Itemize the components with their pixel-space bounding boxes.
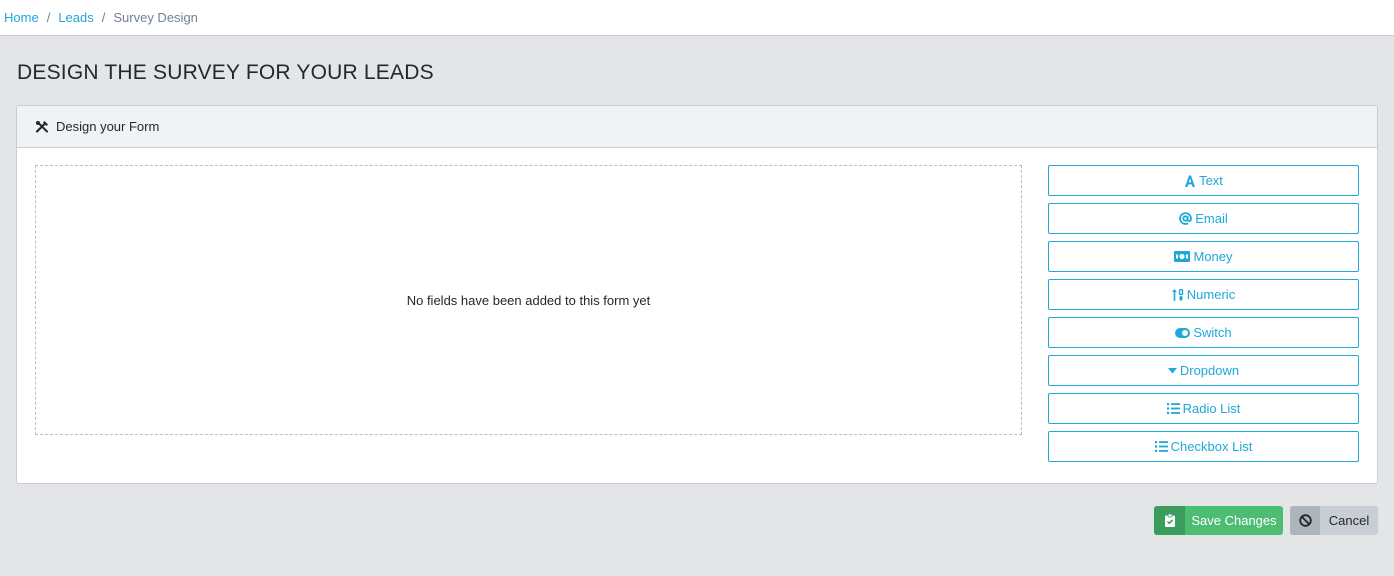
list-icon — [1154, 441, 1168, 452]
clipboard-check-icon — [1154, 506, 1185, 535]
at-icon — [1179, 212, 1193, 225]
sort-numeric-icon — [1171, 288, 1184, 301]
card-header: Design your Form — [17, 106, 1377, 148]
breadcrumb-separator: / — [101, 10, 106, 25]
form-actions: Save Changes Cancel — [1154, 506, 1378, 535]
page-title: DESIGN THE SURVEY FOR YOUR LEADS — [17, 61, 434, 84]
add-money-field-button[interactable]: Money — [1048, 241, 1359, 272]
field-button-label: Checkbox List — [1170, 439, 1253, 454]
card-header-title: Design your Form — [56, 119, 160, 134]
breadcrumb-current: Survey Design — [113, 10, 198, 25]
add-radio-list-field-button[interactable]: Radio List — [1048, 393, 1359, 424]
breadcrumb-separator: / — [46, 10, 51, 25]
save-changes-button[interactable]: Save Changes — [1154, 506, 1283, 535]
field-type-palette: Text Email Money Numeric Switch Dropdown… — [1048, 165, 1359, 469]
field-button-label: Switch — [1193, 325, 1232, 340]
field-button-label: Radio List — [1182, 401, 1241, 416]
empty-form-message: No fields have been added to this form y… — [406, 292, 651, 308]
money-bill-icon — [1174, 251, 1191, 262]
field-button-label: Money — [1193, 249, 1233, 264]
ban-icon — [1290, 506, 1320, 535]
field-button-label: Text — [1199, 173, 1223, 188]
cancel-button[interactable]: Cancel — [1290, 506, 1378, 535]
form-drop-zone[interactable]: No fields have been added to this form y… — [35, 165, 1022, 435]
tools-icon — [35, 120, 49, 134]
caret-down-icon — [1167, 367, 1177, 374]
field-button-label: Dropdown — [1179, 363, 1240, 378]
breadcrumb-leads-link[interactable]: Leads — [58, 10, 93, 25]
breadcrumb: Home / Leads / Survey Design — [0, 0, 1394, 36]
font-icon — [1184, 175, 1196, 187]
add-numeric-field-button[interactable]: Numeric — [1048, 279, 1359, 310]
toggle-icon — [1175, 327, 1191, 338]
list-icon — [1166, 403, 1180, 414]
add-text-field-button[interactable]: Text — [1048, 165, 1359, 196]
add-dropdown-field-button[interactable]: Dropdown — [1048, 355, 1359, 386]
save-changes-label: Save Changes — [1191, 513, 1277, 528]
add-switch-field-button[interactable]: Switch — [1048, 317, 1359, 348]
field-button-label: Email — [1195, 211, 1228, 226]
add-checkbox-list-field-button[interactable]: Checkbox List — [1048, 431, 1359, 462]
form-design-card: Design your Form No fields have been add… — [16, 105, 1378, 484]
field-button-label: Numeric — [1186, 287, 1236, 302]
cancel-label: Cancel — [1328, 513, 1370, 528]
breadcrumb-home-link[interactable]: Home — [4, 10, 39, 25]
add-email-field-button[interactable]: Email — [1048, 203, 1359, 234]
